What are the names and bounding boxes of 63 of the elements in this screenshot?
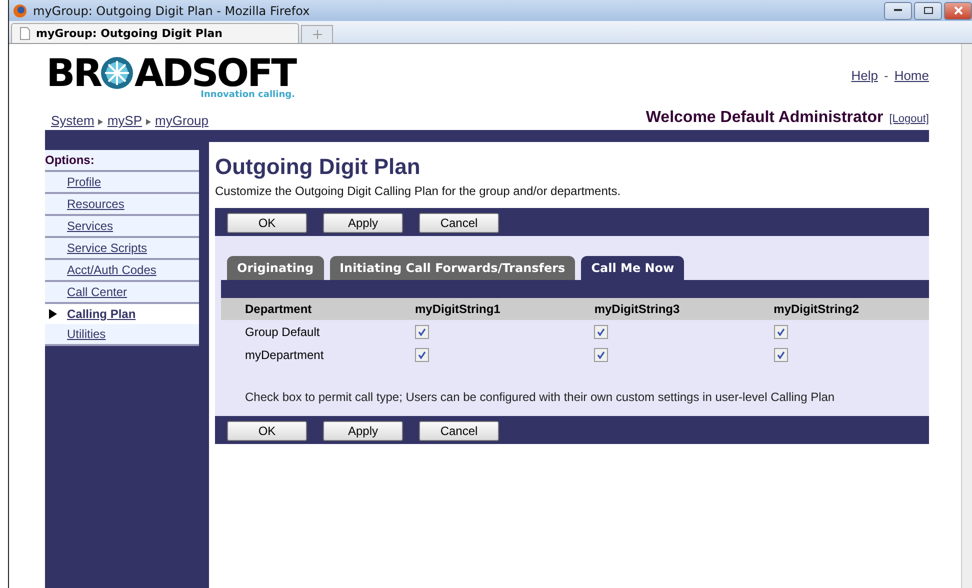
- checkmark-icon: [597, 351, 606, 359]
- page-icon: [20, 27, 30, 40]
- department-cell: Group Default: [221, 320, 391, 343]
- options-heading: Options:: [45, 150, 199, 172]
- checkbox[interactable]: [415, 348, 429, 362]
- close-icon: [954, 6, 962, 15]
- sidebar-item[interactable]: Acct/Auth Codes: [45, 260, 199, 282]
- welcome-text: Welcome Default Administrator: [646, 109, 884, 127]
- tab[interactable]: Originating: [227, 256, 324, 280]
- column-header: myDigitString1: [391, 298, 570, 320]
- plus-icon: [312, 30, 322, 39]
- header-link[interactable]: Help: [851, 68, 878, 83]
- browser-logo-icon: [13, 4, 27, 18]
- form-button[interactable]: Apply: [323, 213, 403, 233]
- tab[interactable]: Call Me Now: [581, 256, 684, 280]
- scrollbar[interactable]: [961, 44, 972, 588]
- form-button[interactable]: Apply: [323, 421, 403, 441]
- sidebar-item[interactable]: Services: [45, 216, 199, 238]
- breadcrumb-link[interactable]: mySP: [107, 113, 142, 128]
- checkmark-icon: [776, 351, 785, 359]
- checkmark-icon: [418, 328, 426, 336]
- sidebar-item[interactable]: Service Scripts: [45, 238, 199, 260]
- sidebar-item[interactable]: Resources: [45, 194, 199, 216]
- form-button[interactable]: Cancel: [419, 421, 499, 441]
- minimize-button[interactable]: [884, 2, 912, 20]
- maximize-icon: [924, 7, 932, 14]
- sidebar-item[interactable]: Profile: [45, 172, 199, 194]
- checkbox[interactable]: [774, 325, 788, 339]
- logout-link[interactable]: [Logout]: [889, 113, 929, 125]
- help-text: Check box to permit call type; Users can be configured with their own custom settings in user-level Calling Plan: [245, 390, 836, 404]
- checkbox[interactable]: [594, 348, 608, 362]
- browser-tab[interactable]: myGroup: Outgoing Digit Plan: [11, 23, 299, 43]
- maximize-button[interactable]: [914, 2, 942, 20]
- form-button[interactable]: OK: [227, 421, 307, 441]
- breadcrumb-link[interactable]: myGroup: [155, 113, 208, 128]
- form-button[interactable]: Cancel: [419, 213, 499, 233]
- checkmark-icon: [597, 328, 606, 336]
- page-title: Outgoing Digit Plan: [215, 154, 422, 180]
- department-cell-text: myDepartment: [244, 347, 325, 364]
- page-description: Customize the Outgoing Digit Calling Plan for the group and/or departments.: [215, 184, 622, 198]
- checkbox[interactable]: [594, 325, 608, 339]
- column-header: myDigitString3: [570, 298, 750, 320]
- logo-text: BR: [46, 54, 100, 92]
- pointer-icon: [49, 309, 57, 319]
- link-separator: -: [884, 68, 888, 83]
- logo-tagline: Innovation calling.: [200, 90, 295, 100]
- header-link[interactable]: Home: [894, 68, 929, 83]
- column-header: Department: [221, 298, 391, 320]
- form-button[interactable]: OK: [227, 213, 307, 233]
- column-header: myDigitString2: [750, 298, 929, 320]
- tab[interactable]: Initiating Call Forwards/Transfers: [330, 256, 576, 280]
- chevron-icon: [146, 119, 152, 125]
- minimize-icon: [894, 9, 902, 12]
- chevron-icon: [98, 119, 104, 125]
- breadcrumb-link[interactable]: System: [51, 113, 94, 128]
- close-button[interactable]: [944, 2, 972, 20]
- sidebar-item[interactable]: Utilities: [45, 324, 199, 346]
- window-title: myGroup: Outgoing Digit Plan - Mozilla Firefox: [33, 4, 311, 18]
- sidebar-item[interactable]: Calling Plan: [45, 304, 199, 324]
- checkbox[interactable]: [774, 348, 788, 362]
- checkbox[interactable]: [415, 325, 429, 339]
- checkmark-icon: [776, 328, 785, 336]
- checkmark-icon: [418, 351, 426, 359]
